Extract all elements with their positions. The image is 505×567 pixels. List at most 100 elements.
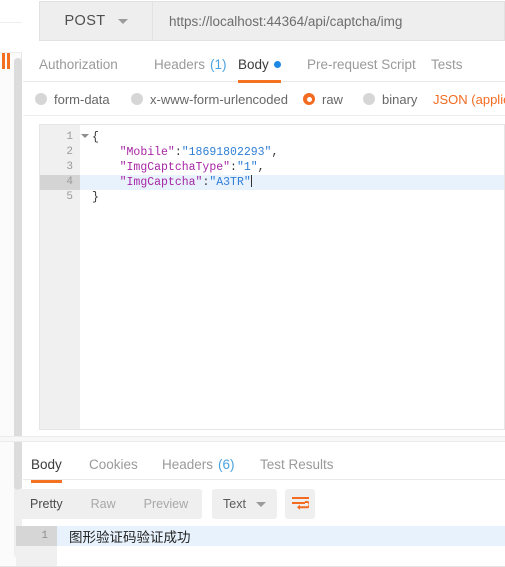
response-toolbar: Pretty Raw Preview Text [16, 489, 482, 519]
request-body-editor[interactable]: 1{2 "Mobile":"18691802293", 3 "ImgCaptcha… [39, 124, 505, 430]
radio-icon-selected [303, 93, 315, 105]
editor-line[interactable]: 3 "ImgCaptchaType":"1", [40, 160, 504, 175]
radio-icon [131, 93, 143, 105]
response-body-text: 图形验证码验证成功 [69, 530, 191, 545]
code-token: "18691802293" [181, 146, 272, 159]
active-tab-underline [31, 480, 62, 483]
content-type-label: JSON (applic [433, 91, 505, 107]
view-mode-pretty[interactable]: Pretty [16, 489, 77, 519]
code-token: "ImgCaptcha" [119, 176, 203, 189]
radio-form-data[interactable]: form-data [35, 82, 110, 116]
request-url-input[interactable]: https://localhost:44364/api/captcha/img [152, 1, 505, 41]
response-format-label: Text [223, 497, 246, 511]
tab-headers[interactable]: Headers (1) [154, 46, 227, 82]
tab-count: (6) [218, 456, 235, 472]
code-token: { [92, 131, 99, 144]
code-token: , [271, 146, 279, 159]
view-mode-preview[interactable]: Preview [130, 489, 202, 519]
sidebar-row-middle [0, 23, 22, 69]
view-mode-label: Pretty [30, 497, 63, 511]
tab-label: Headers [154, 56, 206, 72]
response-body-viewer[interactable]: 1 图形验证码验证成功 [16, 526, 505, 567]
code-token: , [257, 161, 265, 174]
chevron-down-icon [255, 501, 266, 507]
body-type-row: form-data x-www-form-urlencoded raw bina… [23, 82, 505, 116]
editor-line-code: "ImgCaptchaType":"1", [80, 160, 504, 175]
response-body-line: 1 图形验证码验证成功 [16, 526, 505, 546]
response-tab-headers[interactable]: Headers (6) [162, 446, 235, 482]
code-token: "A3TR" [209, 176, 251, 189]
response-tab-test-results[interactable]: Test Results [260, 446, 334, 482]
panel-splitter[interactable] [0, 436, 505, 442]
editor-line-number: 1 [40, 130, 89, 145]
request-url-text: https://localhost:44364/api/captcha/img [169, 13, 403, 29]
code-token: } [92, 191, 99, 204]
response-format-dropdown[interactable]: Text [212, 489, 277, 519]
editor-line[interactable]: 5} [40, 190, 504, 205]
http-method-dropdown[interactable]: POST [39, 1, 152, 41]
text-cursor [250, 175, 252, 187]
editor-line-number: 4 [40, 175, 80, 190]
radio-icon [363, 93, 375, 105]
tab-label: Tests [431, 56, 463, 72]
tab-tests[interactable]: Tests [431, 46, 463, 82]
editor-line-code: { [80, 130, 504, 145]
fold-triangle-icon[interactable] [81, 134, 89, 138]
response-tab-bar: Body Cookies Headers (6) Test Results [23, 446, 505, 483]
word-wrap-button[interactable] [285, 489, 315, 519]
radio-raw[interactable]: raw [303, 82, 343, 116]
radio-label: raw [322, 91, 343, 107]
radio-x-www-form-urlencoded[interactable]: x-www-form-urlencoded [131, 82, 288, 116]
view-mode-label: Raw [90, 497, 116, 511]
content-type-dropdown[interactable]: JSON (applic [433, 82, 505, 116]
response-tab-body[interactable]: Body [31, 446, 62, 483]
response-tab-cookies[interactable]: Cookies [89, 446, 138, 482]
chevron-down-icon [117, 18, 128, 24]
code-token: "Mobile" [119, 146, 175, 159]
tab-label: Headers [162, 456, 214, 472]
editor-line-number: 5 [66, 191, 73, 203]
tab-label: Authorization [39, 56, 118, 72]
radio-label: x-www-form-urlencoded [150, 91, 288, 107]
radio-label: form-data [54, 91, 110, 107]
editor-line-code: "Mobile":"18691802293", [80, 145, 504, 160]
code-token: : [230, 161, 237, 174]
response-line-number: 1 [41, 530, 48, 542]
code-token: "ImgCaptchaType" [119, 161, 231, 174]
tab-label: Body [31, 456, 62, 472]
editor-line[interactable]: 1{ [40, 130, 504, 145]
word-wrap-icon [291, 497, 309, 510]
radio-icon [35, 93, 47, 105]
orange-indicator-icon [2, 53, 12, 69]
tab-body[interactable]: Body [238, 46, 281, 83]
code-token: "1" [236, 161, 258, 174]
view-mode-raw[interactable]: Raw [77, 489, 130, 519]
postman-window: POST https://localhost:44364/api/captcha… [0, 0, 505, 567]
editor-line[interactable]: 2 "Mobile":"18691802293", [40, 145, 504, 160]
code-token: : [174, 146, 182, 159]
tab-label: Cookies [89, 456, 138, 472]
tab-label: Pre-request Script [307, 56, 416, 72]
radio-label: binary [382, 91, 418, 107]
unsaved-dot-icon [273, 60, 281, 68]
radio-binary[interactable]: binary [363, 82, 417, 116]
editor-line-number: 2 [66, 146, 73, 158]
sidebar-scrollbar-thumb[interactable] [14, 58, 22, 490]
request-url-row: POST https://localhost:44364/api/captcha… [39, 1, 505, 42]
tab-pre-request-script[interactable]: Pre-request Script [307, 46, 416, 82]
response-view-mode-group: Pretty Raw Preview [16, 489, 203, 519]
view-mode-label: Preview [143, 497, 189, 511]
request-tab-bar: Authorization Headers (1) Body Pre-reque… [23, 46, 505, 83]
editor-line-code: } [80, 190, 504, 205]
tab-authorization[interactable]: Authorization [39, 46, 118, 82]
tab-label: Test Results [260, 456, 334, 472]
sidebar-row-top [0, 0, 22, 23]
tab-label: Body [238, 56, 269, 72]
editor-content[interactable]: 1{2 "Mobile":"18691802293", 3 "ImgCaptcha… [40, 130, 504, 205]
editor-line[interactable]: 4 "ImgCaptcha":"A3TR" [40, 175, 504, 190]
editor-line-code: "ImgCaptcha":"A3TR" [80, 175, 504, 190]
http-method-label: POST [64, 13, 106, 29]
